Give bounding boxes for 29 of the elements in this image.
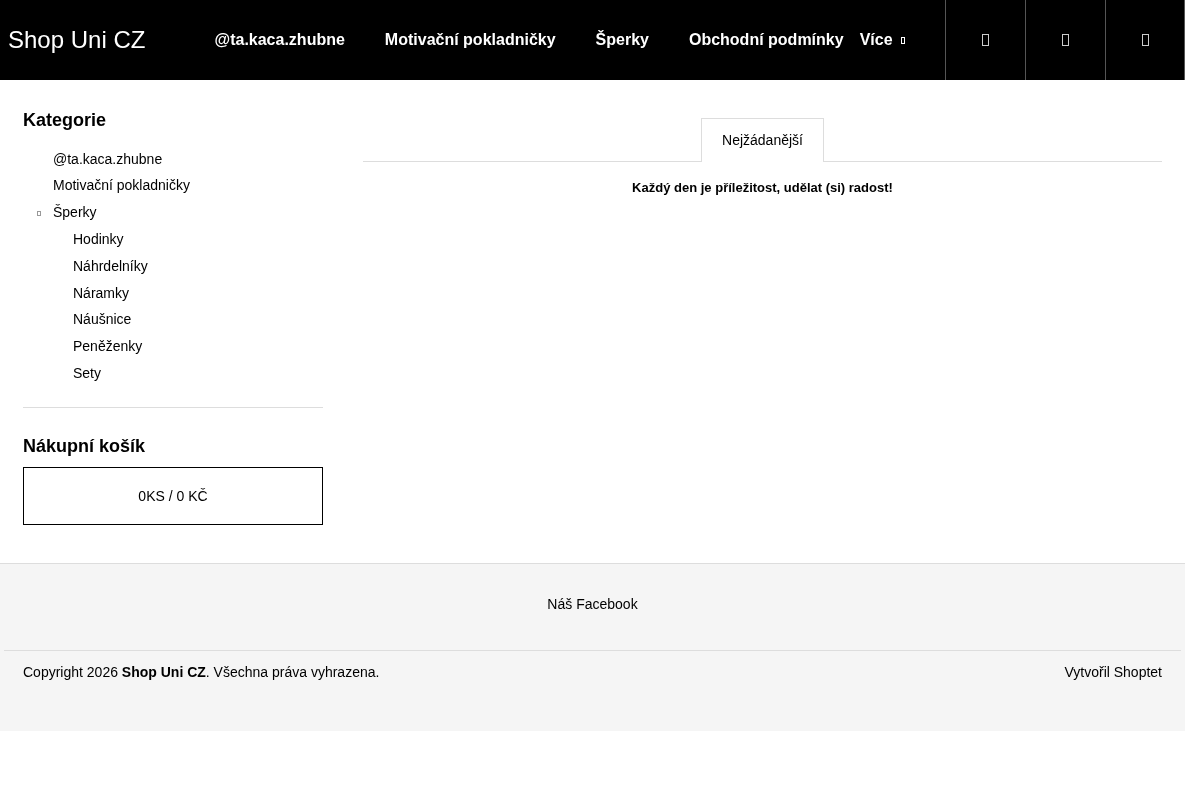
nav-link[interactable]: Šperky: [595, 28, 649, 52]
nav-link[interactable]: Více: [859, 28, 905, 52]
category-link[interactable]: Náramky: [73, 279, 129, 307]
nav-link[interactable]: Obchodní podmínky: [688, 28, 844, 52]
tab[interactable]: Nejžádanější: [701, 118, 824, 162]
category-link[interactable]: Motivační pokladničky: [53, 172, 190, 200]
tagline: Každý den je příležitost, udělat (si) radost!: [631, 179, 894, 197]
copyright-text: Copyright 2026 Shop Uni CZ. Všechna práva vyhrazena.: [23, 663, 380, 683]
cart-summary[interactable]: 0KS / 0 KČ: [23, 467, 323, 526]
section-title: Nákupní košík: [23, 435, 147, 458]
category-link[interactable]: Náušnice: [73, 306, 132, 334]
credit-link[interactable]: Vytvořil Shoptet: [1064, 662, 1162, 684]
icon-button[interactable]: [1105, 0, 1185, 80]
glyph-icon: [1141, 34, 1149, 46]
category-link[interactable]: Peněženky: [73, 333, 143, 360]
category-link[interactable]: Náhrdelníky: [73, 252, 148, 280]
section-title: Kategorie: [23, 110, 108, 132]
footer-link[interactable]: Náš Facebook: [547, 594, 638, 615]
caret-icon: [901, 37, 905, 45]
nav-link[interactable]: Motivační pokladničky: [384, 28, 556, 52]
glyph-icon: [1062, 34, 1069, 46]
category-link[interactable]: Šperky: [53, 199, 97, 226]
category-link[interactable]: @ta.kaca.zhubne: [53, 145, 163, 173]
glyph-icon: [982, 34, 989, 46]
site-logo[interactable]: Shop Uni CZ: [8, 22, 215, 58]
expand-icon[interactable]: [37, 210, 41, 216]
category-link[interactable]: Hodinky: [73, 226, 124, 253]
nav-link[interactable]: @ta.kaca.zhubne: [214, 28, 345, 52]
category-link[interactable]: Sety: [73, 359, 101, 387]
